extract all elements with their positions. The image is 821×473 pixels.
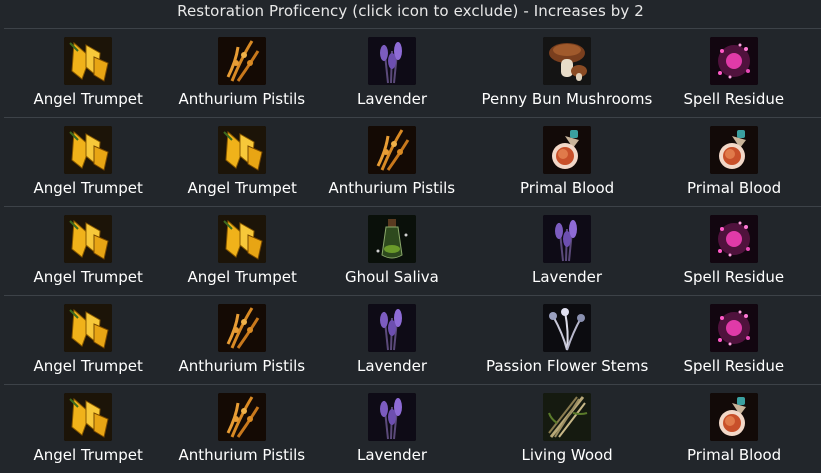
- ingredient-item[interactable]: Angel Trumpet: [34, 126, 143, 198]
- penny-bun-mushrooms-icon[interactable]: [542, 37, 591, 85]
- ingredient-item[interactable]: Lavender: [357, 37, 427, 109]
- ghoul-saliva-icon[interactable]: [367, 215, 416, 263]
- ingredient-label: Lavender: [357, 446, 428, 464]
- primal-blood-icon[interactable]: [543, 126, 592, 174]
- anthurium-pistils-icon[interactable]: [367, 126, 416, 174]
- ingredient-label: Living Wood: [521, 446, 613, 464]
- ingredient-label: Lavender: [532, 268, 603, 286]
- ingredient-label: Anthurium Pistils: [178, 90, 306, 108]
- ingredient-label: Passion Flower Stems: [486, 357, 649, 375]
- angel-trumpet-icon[interactable]: [64, 37, 113, 85]
- ingredient-label: Angel Trumpet: [187, 179, 297, 197]
- ingredient-label: Anthurium Pistils: [328, 179, 456, 197]
- ingredient-item[interactable]: Angel Trumpet: [34, 215, 143, 287]
- ingredient-label: Primal Blood: [520, 179, 615, 197]
- ingredient-item[interactable]: Spell Residue: [683, 304, 785, 376]
- recipe-row: Angel Trumpet Anthurium Pistils Lavender…: [4, 295, 821, 384]
- recipe-row: Angel Trumpet Anthurium Pistils Lavender…: [4, 28, 821, 117]
- lavender-icon[interactable]: [368, 37, 417, 85]
- ingredient-item[interactable]: Ghoul Saliva: [345, 215, 439, 287]
- ingredient-label: Angel Trumpet: [33, 357, 143, 375]
- ingredient-item[interactable]: Angel Trumpet: [34, 393, 143, 465]
- lavender-icon[interactable]: [543, 215, 592, 263]
- page-title: Restoration Proficency (click icon to ex…: [177, 2, 644, 20]
- ingredient-label: Spell Residue: [683, 268, 785, 286]
- ingredient-item[interactable]: Spell Residue: [683, 37, 785, 109]
- ingredient-item[interactable]: Angel Trumpet: [188, 126, 297, 198]
- spell-residue-icon[interactable]: [709, 37, 758, 85]
- ingredient-item[interactable]: Primal Blood: [687, 126, 781, 198]
- anthurium-pistils-icon[interactable]: [217, 393, 266, 441]
- primal-blood-icon[interactable]: [710, 126, 759, 174]
- ingredient-item[interactable]: Primal Blood: [687, 393, 781, 465]
- ingredient-item[interactable]: Living Wood: [522, 393, 613, 465]
- ingredient-item[interactable]: Anthurium Pistils: [178, 393, 306, 465]
- angel-trumpet-icon[interactable]: [64, 126, 113, 174]
- ingredient-label: Ghoul Saliva: [345, 268, 439, 286]
- ingredient-grid: Angel Trumpet Anthurium Pistils Lavender…: [0, 28, 821, 473]
- ingredient-item[interactable]: Lavender: [357, 304, 427, 376]
- spell-residue-icon[interactable]: [709, 304, 758, 352]
- ingredient-label: Angel Trumpet: [33, 268, 143, 286]
- ingredient-label: Primal Blood: [687, 179, 782, 197]
- ingredient-label: Angel Trumpet: [33, 446, 143, 464]
- ingredient-label: Lavender: [357, 90, 428, 108]
- ingredient-item[interactable]: Anthurium Pistils: [328, 126, 456, 198]
- ingredient-label: Lavender: [357, 357, 428, 375]
- angel-trumpet-icon[interactable]: [64, 215, 113, 263]
- recipe-row: Angel Trumpet Angel Trumpet Anthurium Pi…: [4, 117, 821, 206]
- angel-trumpet-icon[interactable]: [218, 215, 267, 263]
- angel-trumpet-icon[interactable]: [64, 393, 113, 441]
- anthurium-pistils-icon[interactable]: [217, 304, 266, 352]
- ingredient-item[interactable]: Primal Blood: [520, 126, 614, 198]
- ingredient-item[interactable]: Angel Trumpet: [188, 215, 297, 287]
- ingredient-label: Spell Residue: [683, 90, 785, 108]
- lavender-icon[interactable]: [368, 304, 417, 352]
- angel-trumpet-icon[interactable]: [218, 126, 267, 174]
- ingredient-label: Primal Blood: [687, 446, 782, 464]
- primal-blood-icon[interactable]: [710, 393, 759, 441]
- ingredient-label: Angel Trumpet: [33, 90, 143, 108]
- ingredient-item[interactable]: Lavender: [532, 215, 602, 287]
- ingredient-label: Angel Trumpet: [187, 268, 297, 286]
- ingredient-item[interactable]: Lavender: [357, 393, 427, 465]
- ingredient-item[interactable]: Penny Bun Mushrooms: [481, 37, 653, 109]
- ingredient-label: Penny Bun Mushrooms: [481, 90, 653, 108]
- spell-residue-icon[interactable]: [709, 215, 758, 263]
- recipe-row: Angel Trumpet Anthurium Pistils Lavender…: [4, 384, 821, 473]
- living-wood-icon[interactable]: [543, 393, 592, 441]
- ingredient-item[interactable]: Spell Residue: [683, 215, 785, 287]
- ingredient-label: Anthurium Pistils: [178, 357, 306, 375]
- ingredient-item[interactable]: Angel Trumpet: [34, 37, 143, 109]
- ingredient-label: Angel Trumpet: [33, 179, 143, 197]
- ingredient-item[interactable]: Anthurium Pistils: [178, 37, 306, 109]
- ingredient-item[interactable]: Passion Flower Stems: [486, 304, 648, 376]
- passion-flower-stems-icon[interactable]: [543, 304, 592, 352]
- ingredient-item[interactable]: Angel Trumpet: [34, 304, 143, 376]
- lavender-icon[interactable]: [368, 393, 417, 441]
- ingredient-label: Spell Residue: [683, 357, 785, 375]
- ingredient-item[interactable]: Anthurium Pistils: [178, 304, 306, 376]
- ingredient-label: Anthurium Pistils: [178, 446, 306, 464]
- recipe-row: Angel Trumpet Angel Trumpet Ghoul Saliva…: [4, 206, 821, 295]
- angel-trumpet-icon[interactable]: [64, 304, 113, 352]
- anthurium-pistils-icon[interactable]: [217, 37, 266, 85]
